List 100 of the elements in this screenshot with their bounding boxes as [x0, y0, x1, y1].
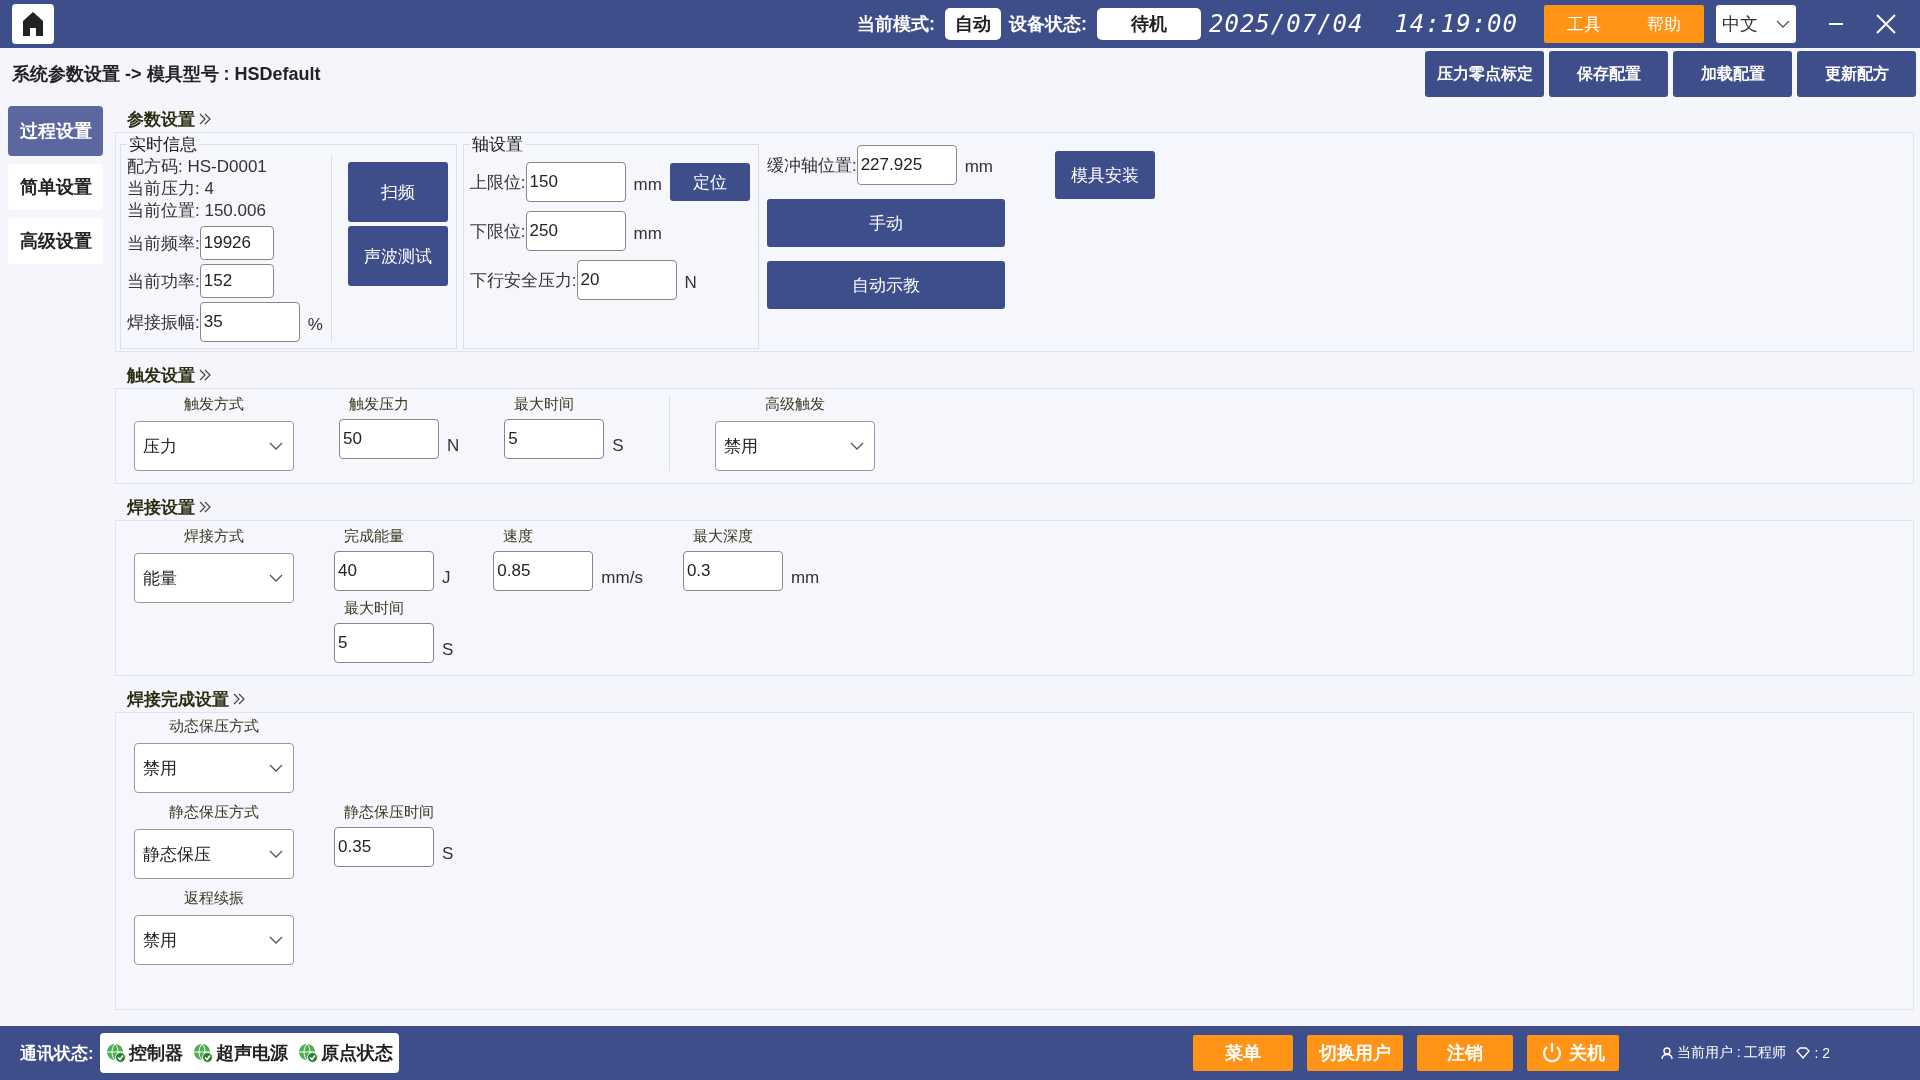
user-icon: [1660, 1046, 1673, 1060]
mode-value: 自动: [945, 8, 1001, 40]
mold-install-button[interactable]: 模具安装: [1054, 151, 1155, 199]
action-button[interactable]: 压力零点标定: [1425, 51, 1544, 97]
field-label: 当前功率:: [127, 270, 200, 293]
field-label: 下行安全压力:: [469, 269, 577, 292]
input-field[interactable]: 50: [339, 419, 439, 459]
input-field[interactable]: 250: [525, 211, 626, 251]
section-title: 焊接设置: [127, 496, 195, 519]
chevron-down-icon: [269, 850, 283, 858]
field-label: 最大时间: [513, 395, 576, 414]
section-title: 触发设置: [127, 364, 195, 387]
input-field[interactable]: 227.925: [856, 145, 957, 185]
field-label: 高级触发: [763, 395, 826, 414]
double-chevron-icon: [233, 693, 245, 705]
action-button[interactable]: 加载配置: [1673, 51, 1792, 97]
input-field[interactable]: 19926: [199, 226, 274, 260]
user-level: : 2: [1814, 1045, 1830, 1061]
mode-label: 当前模式:: [857, 13, 935, 36]
field-label: 静态保压时间: [343, 803, 435, 822]
double-chevron-icon: [199, 501, 211, 513]
field-label: 缓冲轴位置:: [766, 154, 857, 177]
field-label: 速度: [502, 527, 535, 546]
input-field[interactable]: 20: [576, 260, 677, 300]
unit-label: mm: [790, 567, 820, 588]
globe-check-icon: [105, 1043, 126, 1063]
dropdown[interactable]: 禁用: [134, 915, 294, 965]
field-label: 静态保压方式: [168, 803, 260, 822]
unit-label: mm: [633, 223, 662, 244]
dropdown[interactable]: 禁用: [134, 743, 294, 793]
locate-button[interactable]: 定位: [669, 163, 750, 201]
field-label: 当前频率:: [127, 232, 200, 255]
close-icon: [1876, 14, 1896, 34]
input-field[interactable]: 152: [199, 264, 274, 298]
datetime: 2025/07/04 14:19:00: [1209, 10, 1518, 38]
action-button[interactable]: 保存配置: [1549, 51, 1668, 97]
input-field[interactable]: 5: [504, 419, 605, 459]
unit-label: N: [447, 435, 460, 456]
current-user: 当前用户 : 工程师: [1676, 1044, 1787, 1062]
unit-label: mm: [964, 156, 993, 177]
field-label: 触发压力: [348, 395, 410, 414]
dropdown[interactable]: 静态保压: [134, 829, 294, 879]
nav-tab[interactable]: 高级设置: [8, 218, 103, 264]
unit-label: mm/s: [601, 567, 643, 588]
status-label: 设备状态:: [1009, 13, 1087, 36]
dropdown[interactable]: 能量: [134, 553, 294, 603]
input-field[interactable]: 0.85: [493, 551, 594, 591]
connection-item: 超声电源: [215, 1042, 288, 1065]
dropdown[interactable]: 禁用: [714, 421, 875, 471]
field-label: 完成能量: [343, 527, 405, 546]
unit-label: J: [442, 567, 451, 588]
chevron-down-icon: [269, 442, 283, 450]
minimize-icon: [1829, 23, 1843, 25]
input-field[interactable]: 40: [334, 551, 434, 591]
status-value: 待机: [1097, 8, 1201, 40]
info-line: 配方码: HS-D0001: [127, 156, 268, 178]
power-icon: [1540, 1042, 1563, 1064]
dropdown[interactable]: 压力: [134, 421, 294, 471]
action-button[interactable]: 扫频: [347, 162, 448, 222]
unit-label: S: [442, 639, 454, 660]
input-field[interactable]: 150: [525, 162, 626, 202]
connection-item: 原点状态: [320, 1042, 393, 1065]
group-title: 轴设置: [470, 134, 524, 156]
double-chevron-icon: [199, 113, 211, 125]
action-button[interactable]: 声波测试: [347, 226, 448, 286]
globe-check-icon: [192, 1043, 213, 1063]
input-field[interactable]: 5: [334, 623, 434, 663]
home-button[interactable]: [12, 4, 54, 44]
action-button[interactable]: 手动: [766, 199, 1005, 247]
section-title: 参数设置: [127, 108, 195, 131]
action-button[interactable]: 自动示教: [766, 261, 1005, 309]
info-line: 当前压力: 4: [127, 178, 215, 200]
group-title: 实时信息: [128, 134, 198, 156]
field-label: 最大深度: [691, 527, 754, 546]
diamond-icon: [1796, 1047, 1811, 1059]
unit-label: %: [307, 314, 323, 335]
field-label: 焊接方式: [183, 527, 245, 546]
field-label: 下限位:: [469, 220, 526, 243]
field-label: 动态保压方式: [168, 717, 260, 736]
chevron-down-icon: [849, 442, 864, 450]
nav-tab[interactable]: 简单设置: [8, 164, 103, 210]
nav-tab[interactable]: 过程设置: [8, 106, 103, 156]
action-button[interactable]: 更新配方: [1797, 51, 1916, 97]
language-dropdown[interactable]: 中文: [1716, 5, 1796, 43]
chevron-down-icon: [269, 764, 283, 772]
unit-label: S: [442, 843, 454, 864]
info-line: 当前位置: 150.006: [127, 200, 267, 222]
field-label: 焊接振幅:: [127, 311, 200, 334]
input-field[interactable]: 0.35: [334, 827, 434, 867]
field-label: 最大时间: [343, 599, 405, 618]
input-field[interactable]: 35: [199, 302, 300, 342]
chevron-down-icon: [269, 936, 283, 944]
input-field[interactable]: 0.3: [682, 551, 783, 591]
breadcrumb: 系统参数设置 -> 模具型号 : HSDefault: [12, 63, 321, 86]
field-label: 上限位:: [469, 171, 526, 194]
chevron-down-icon: [269, 574, 283, 582]
chevron-down-icon: [1776, 20, 1790, 28]
unit-label: N: [684, 272, 697, 293]
connection-item: 控制器: [128, 1042, 183, 1065]
unit-label: mm: [633, 174, 662, 195]
